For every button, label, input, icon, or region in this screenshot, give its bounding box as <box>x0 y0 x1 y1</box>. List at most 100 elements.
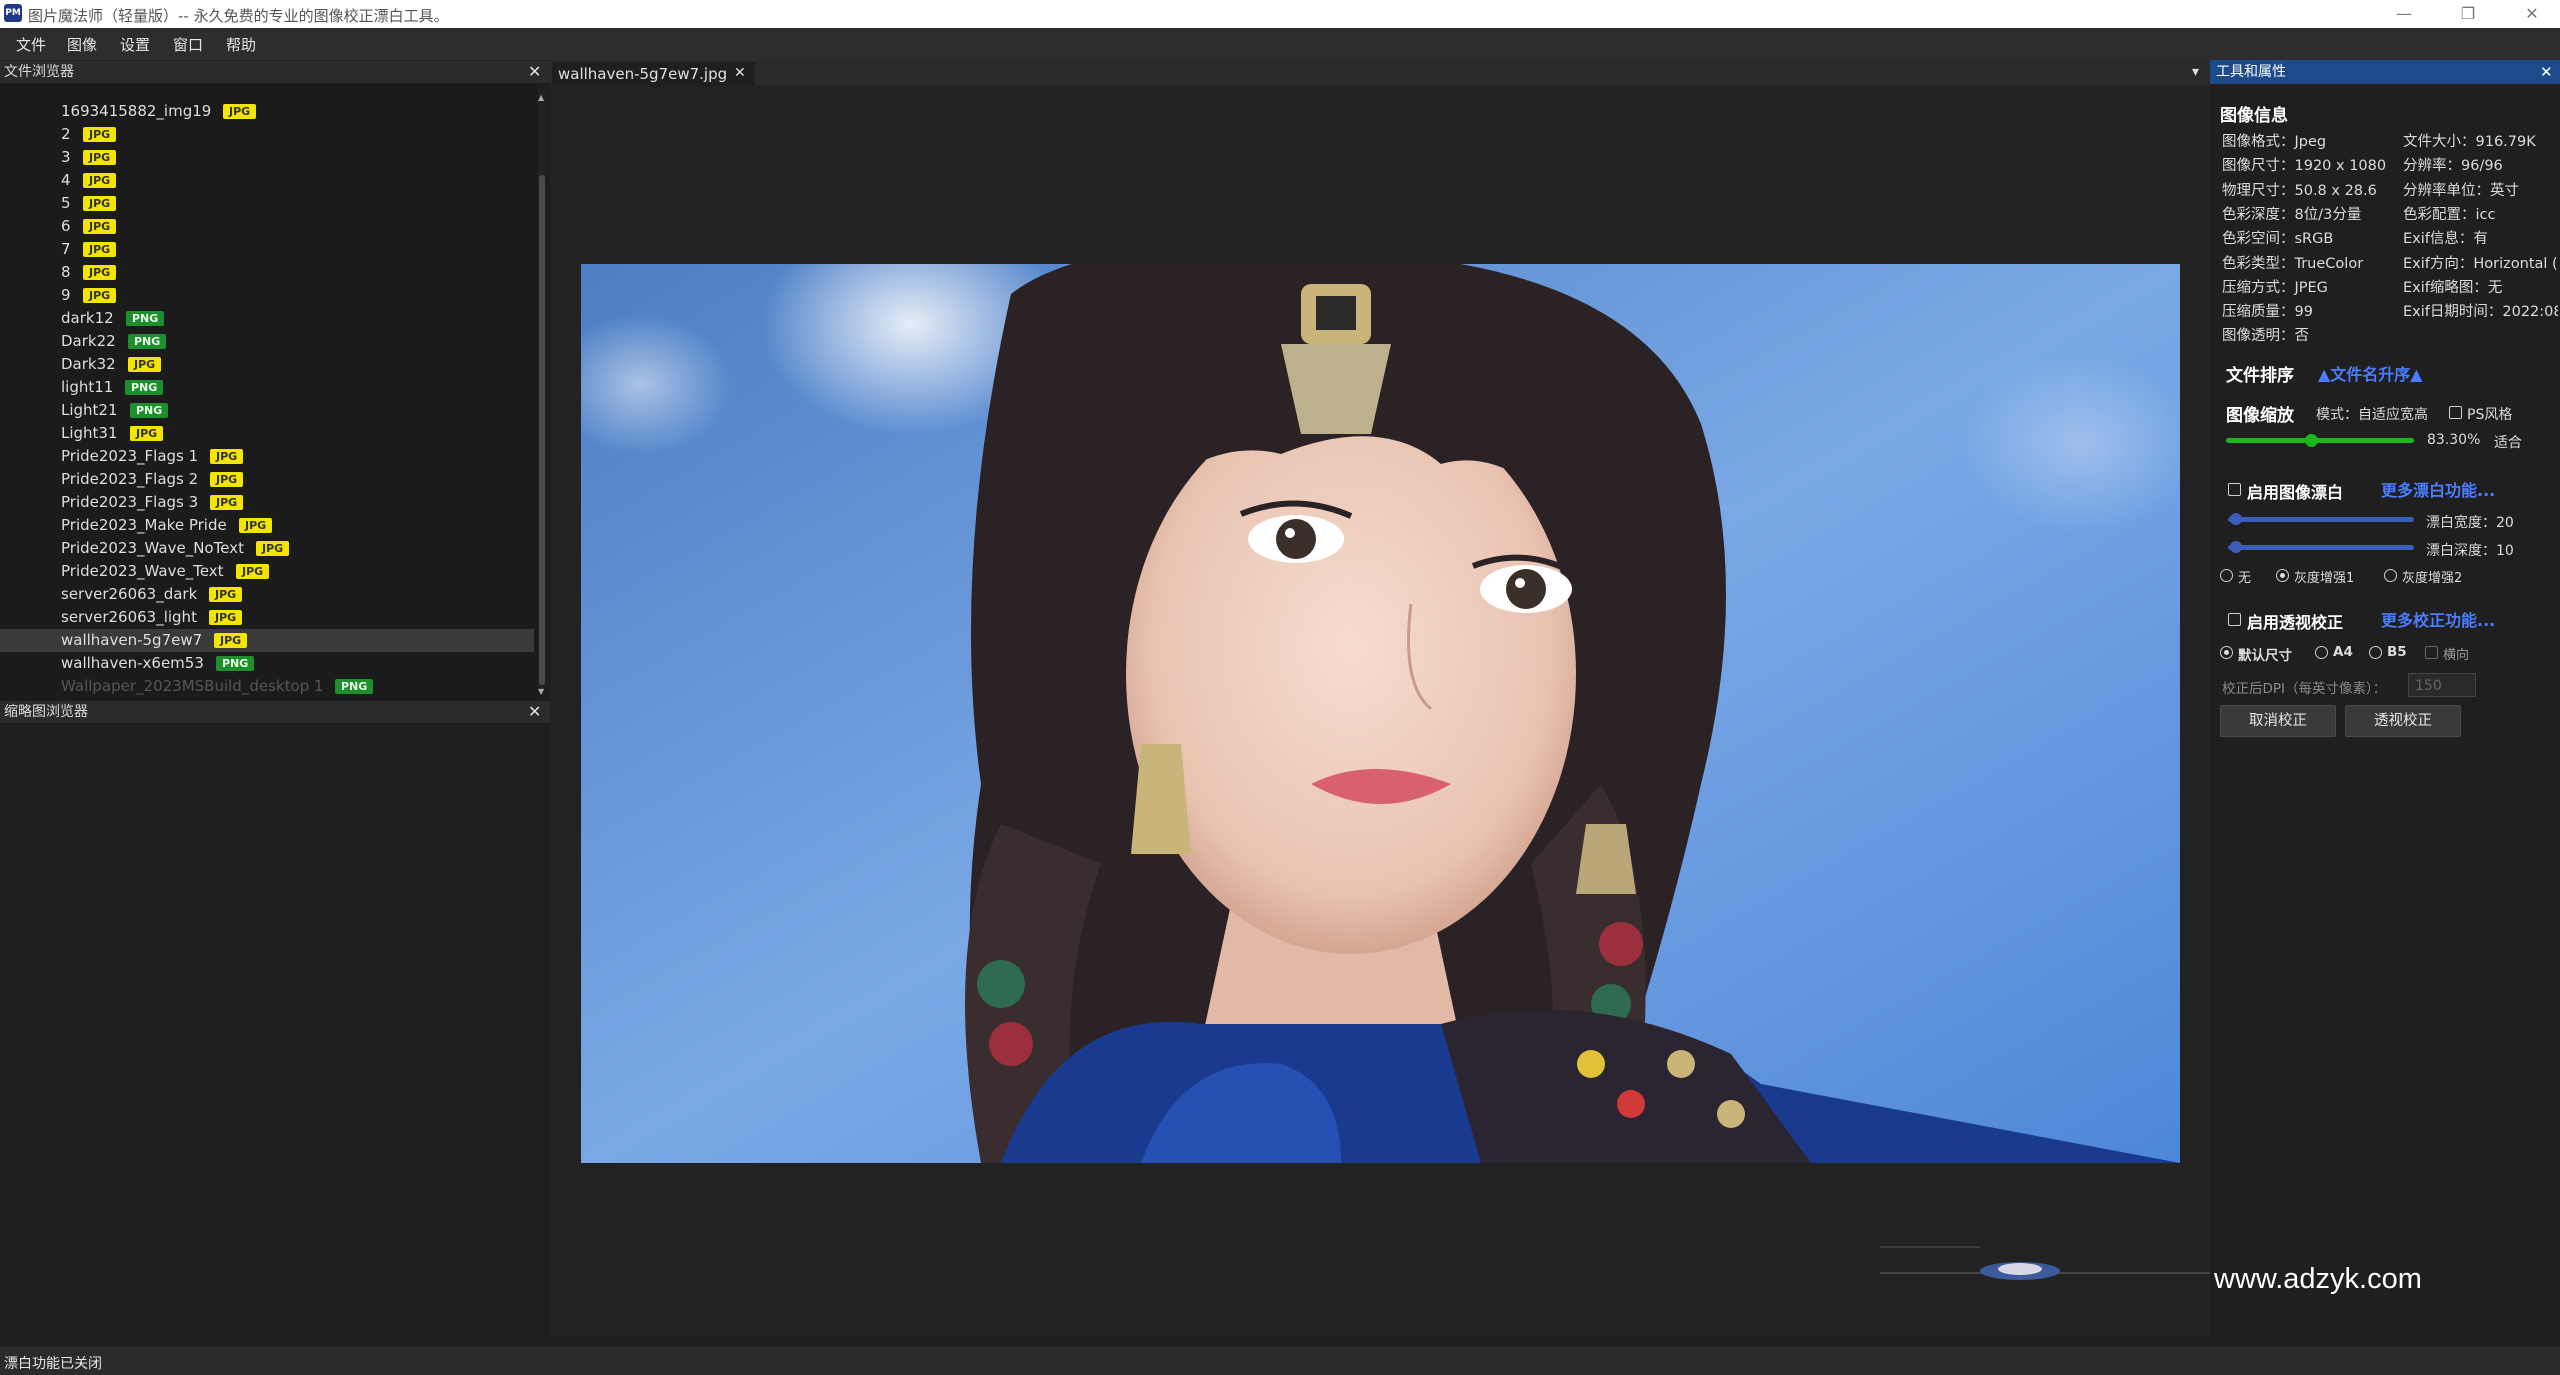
file-name: Pride2023_Flags 2 <box>61 470 199 488</box>
whiten-width-slider[interactable] <box>2228 517 2414 522</box>
enable-perspective-checkbox[interactable] <box>2228 613 2241 626</box>
file-sort-toggle[interactable]: ▲文件名升序▲ <box>2318 361 2423 385</box>
close-window-button[interactable]: ✕ <box>2510 2 2554 26</box>
cancel-correction-button[interactable]: 取消校正 <box>2220 705 2336 737</box>
perspective-correction-button[interactable]: 透视校正 <box>2345 705 2461 737</box>
file-list-item[interactable]: Dark22 PNG <box>0 330 534 353</box>
image-info-heading: 图像信息 <box>2220 106 2288 126</box>
whiten-width-label: 漂白宽度：20 <box>2426 515 2514 531</box>
menu-window[interactable]: 窗口 <box>173 34 203 55</box>
file-list-item[interactable]: Pride2023_Wave_Text JPG <box>0 560 534 583</box>
file-name: server26063_dark <box>61 585 198 603</box>
landscape-label: 横向 <box>2443 648 2470 663</box>
file-type-badge: JPG <box>214 633 248 648</box>
file-type-badge: JPG <box>83 288 117 303</box>
file-browser-header: 文件浏览器 ✕ <box>0 61 550 83</box>
thumbnail-browser-close-icon[interactable]: ✕ <box>528 701 541 723</box>
more-correction-link[interactable]: 更多校正功能... <box>2381 607 2495 631</box>
landscape-checkbox[interactable] <box>2425 646 2438 659</box>
file-list-item[interactable]: dark12 PNG <box>0 307 534 330</box>
gray-enhance2-label: 灰度增强2 <box>2402 571 2463 586</box>
ps-style-checkbox[interactable] <box>2449 406 2462 419</box>
file-list-item[interactable]: Pride2023_Flags 1 JPG <box>0 445 534 468</box>
more-whiten-link[interactable]: 更多漂白功能... <box>2381 477 2495 501</box>
file-list-item[interactable]: 8 JPG <box>0 261 534 284</box>
file-list-item[interactable]: 2 JPG <box>0 123 534 146</box>
file-list-item[interactable]: Light31 JPG <box>0 422 534 445</box>
file-list-scroll-thumb[interactable] <box>539 175 545 685</box>
image-info-item: 图像尺寸：1920 x 1080 <box>2222 158 2387 175</box>
whiten-width-slider-thumb[interactable] <box>2229 513 2242 525</box>
file-list-item[interactable]: Light21 PNG <box>0 399 534 422</box>
enable-whiten-checkbox[interactable] <box>2228 483 2241 496</box>
file-list-item[interactable]: Pride2023_Flags 3 JPG <box>0 491 534 514</box>
file-list-item[interactable]: server26063_dark JPG <box>0 583 534 606</box>
file-name: wallhaven-5g7ew7 <box>61 631 203 649</box>
image-info-item: 色彩深度：8位/3分量 <box>2222 206 2362 223</box>
minimize-button[interactable]: — <box>2382 2 2426 26</box>
tab-close-icon[interactable]: ✕ <box>734 65 746 81</box>
file-list-item[interactable]: wallhaven-x6em53 PNG <box>0 652 534 675</box>
image-zoom-heading: 图像缩放 <box>2226 406 2294 426</box>
image-info-item: Exif方向：Horizontal ( <box>2403 255 2558 272</box>
file-list-item[interactable]: 7 JPG <box>0 238 534 261</box>
gray-enhance1-radio[interactable] <box>2276 569 2289 582</box>
scroll-up-icon[interactable]: ▲ <box>538 93 544 102</box>
file-list-item[interactable]: Pride2023_Flags 2 JPG <box>0 468 534 491</box>
file-type-badge: JPG <box>239 518 273 533</box>
image-info-item: 压缩质量：99 <box>2222 304 2313 321</box>
image-info-item: 图像格式：Jpeg <box>2222 134 2327 150</box>
size-b5-radio[interactable] <box>2369 646 2382 659</box>
file-list-item[interactable]: Wallpaper_2023MSBuild_desktop 1 PNG <box>0 675 534 698</box>
file-list-item[interactable]: 3 JPG <box>0 146 534 169</box>
file-list-item[interactable]: Dark32 JPG <box>0 353 534 376</box>
file-list-item[interactable]: Pride2023_Wave_NoText JPG <box>0 537 534 560</box>
thumbnail-browser-title: 缩略图浏览器 <box>4 704 88 720</box>
file-type-badge: JPG <box>210 449 244 464</box>
file-list-item[interactable]: 1693415882_img19 JPG <box>0 100 534 123</box>
file-name: Dark32 <box>61 355 116 373</box>
tools-panel-title: 工具和属性 <box>2216 64 2286 80</box>
file-type-badge: PNG <box>335 679 374 694</box>
status-bar: 漂白功能已关闭 <box>0 1347 2560 1375</box>
file-type-badge: PNG <box>216 656 255 671</box>
file-name: 3 <box>61 148 71 166</box>
size-default-radio[interactable] <box>2220 646 2233 659</box>
tab-list-dropdown-icon[interactable]: ▾ <box>2192 64 2199 80</box>
menu-help[interactable]: 帮助 <box>226 34 256 55</box>
file-browser-title: 文件浏览器 <box>4 64 74 80</box>
maximize-button[interactable]: ❐ <box>2446 2 2490 26</box>
tab-image-file[interactable]: wallhaven-5g7ew7.jpg ✕ <box>552 62 755 86</box>
size-a4-radio[interactable] <box>2315 646 2328 659</box>
menu-file[interactable]: 文件 <box>16 34 46 55</box>
zoom-slider-thumb[interactable] <box>2304 434 2318 447</box>
file-type-badge: JPG <box>236 564 270 579</box>
scroll-down-icon[interactable]: ▼ <box>538 687 544 696</box>
menu-image[interactable]: 图像 <box>67 34 97 55</box>
zoom-slider-track[interactable] <box>2226 438 2414 443</box>
file-list-item[interactable]: wallhaven-5g7ew7 JPG <box>0 629 534 652</box>
file-list-item[interactable]: server26063_light JPG <box>0 606 534 629</box>
file-list-item[interactable]: 9 JPG <box>0 284 534 307</box>
gray-none-radio[interactable] <box>2220 569 2233 582</box>
file-type-badge: JPG <box>209 587 243 602</box>
file-list-item[interactable]: 5 JPG <box>0 192 534 215</box>
whiten-depth-slider[interactable] <box>2228 545 2414 550</box>
whiten-depth-slider-thumb[interactable] <box>2229 541 2242 553</box>
file-list-item[interactable]: 6 JPG <box>0 215 534 238</box>
file-type-badge: JPG <box>83 265 117 280</box>
file-list-item[interactable]: Pride2023_Make Pride JPG <box>0 514 534 537</box>
file-name: Light31 <box>61 424 118 442</box>
dpi-label: 校正后DPI（每英寸像素）： <box>2222 681 2387 697</box>
zoom-fit-button[interactable]: 适合 <box>2494 432 2522 452</box>
file-browser-close-icon[interactable]: ✕ <box>528 61 541 83</box>
app-logo-icon: PM <box>4 4 22 22</box>
file-list-item[interactable]: light11 PNG <box>0 376 534 399</box>
file-list-item[interactable]: 4 JPG <box>0 169 534 192</box>
tab-bar <box>550 60 2210 86</box>
tools-panel-close-icon[interactable]: ✕ <box>2540 60 2553 84</box>
menu-settings[interactable]: 设置 <box>120 34 150 55</box>
gray-enhance2-radio[interactable] <box>2384 569 2397 582</box>
file-name: 9 <box>61 286 71 304</box>
dpi-input[interactable]: 150 <box>2408 673 2476 697</box>
